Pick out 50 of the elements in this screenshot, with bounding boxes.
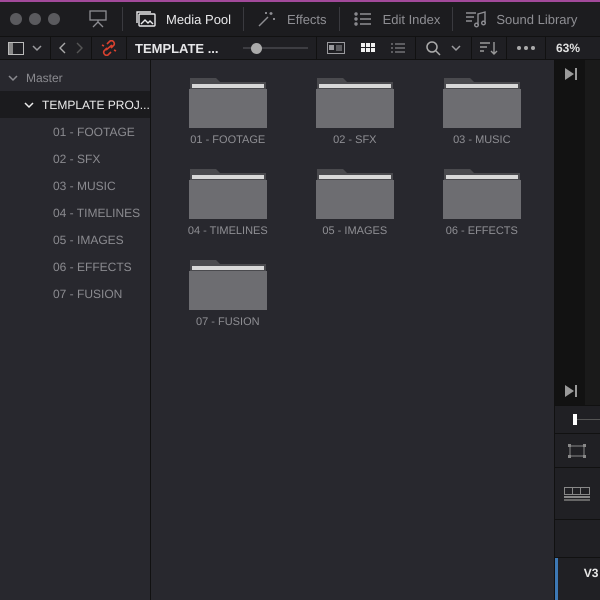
panel-tab[interactable]: Sound Library: [453, 2, 590, 36]
back-icon[interactable]: [59, 42, 67, 54]
broken-link-icon[interactable]: [100, 40, 118, 56]
skip-end-icon: [564, 385, 577, 397]
folder-label[interactable]: 02 - SFX: [333, 134, 376, 146]
folder-label[interactable]: 03 - MUSIC: [453, 134, 511, 146]
pictures-icon: [135, 10, 157, 28]
bin-item[interactable]: 02 - SFX: [0, 145, 150, 172]
grid-view-icon: [361, 42, 375, 54]
view-mode-button[interactable]: [391, 42, 405, 54]
skip-end-icon: [564, 68, 577, 80]
bin-item[interactable]: TEMPLATE PROJ...: [0, 91, 150, 118]
folder-label[interactable]: 01 - FOOTAGE: [190, 134, 266, 146]
bin-item[interactable]: 04 - TIMELINES: [0, 199, 150, 226]
bin-item[interactable]: Master: [0, 64, 150, 91]
music-list-icon: [465, 10, 488, 28]
panel-tab[interactable]: Edit Index: [340, 2, 452, 36]
layout-icon: [564, 486, 590, 500]
view-mode-button[interactable]: [361, 42, 375, 54]
bin-name: TEMPLATE ...: [135, 40, 219, 56]
track-label: V3: [584, 566, 598, 582]
panel-tab[interactable]: Effects: [244, 2, 339, 36]
bin-item[interactable]: 03 - MUSIC: [0, 172, 150, 199]
chevron-icon: [8, 72, 18, 82]
bin-item[interactable]: 06 - EFFECTS: [0, 253, 150, 280]
folder-label[interactable]: 07 - FUSION: [196, 316, 260, 328]
panel-tab[interactable]: Media Pool: [123, 2, 244, 36]
folder-label[interactable]: 06 - EFFECTS: [446, 225, 518, 237]
folder-label[interactable]: 04 - TIMELINES: [188, 225, 268, 237]
slider-handle[interactable]: [572, 414, 577, 425]
chevron-down-icon[interactable]: [32, 43, 42, 53]
bin-item[interactable]: 05 - IMAGES: [0, 226, 150, 253]
folder-label[interactable]: 05 - IMAGES: [322, 225, 388, 237]
chevron-icon: [24, 100, 34, 110]
chevron-icon: [451, 43, 461, 53]
list-icon: [352, 10, 374, 28]
chevron-icon: [32, 43, 42, 53]
search-icon[interactable]: [426, 40, 441, 56]
bin-item[interactable]: 01 - FOOTAGE: [0, 118, 150, 145]
crop-icon: [568, 444, 586, 458]
zoom-level: 63%: [555, 41, 580, 55]
metadata-view-icon: [327, 42, 345, 54]
chevron-down-icon[interactable]: [451, 43, 461, 53]
bin-item[interactable]: 07 - FUSION: [0, 280, 150, 307]
sidebar-toggle-icon[interactable]: [8, 42, 24, 54]
slider-thumb[interactable]: [250, 42, 262, 54]
sort-icon[interactable]: [480, 41, 498, 55]
list-view-icon: [391, 42, 405, 54]
view-mode-button[interactable]: [327, 42, 345, 54]
more-icon[interactable]: [517, 46, 535, 50]
